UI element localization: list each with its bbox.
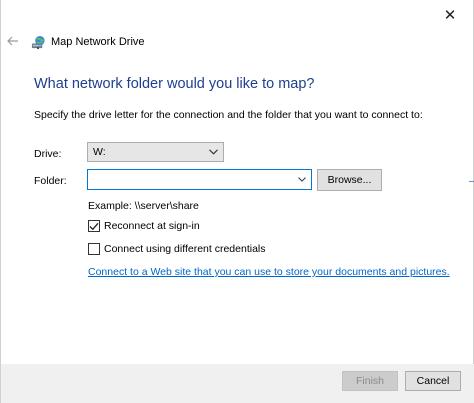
drive-selected-value: W: bbox=[93, 146, 106, 158]
example-path-text: Example: \\server\share bbox=[88, 200, 199, 212]
dialog-title: Map Network Drive bbox=[51, 36, 145, 48]
close-icon: ✕ bbox=[443, 7, 457, 24]
web-storage-link[interactable]: Connect to a Web site that you can use t… bbox=[88, 266, 450, 278]
instruction-text: Specify the drive letter for the connect… bbox=[34, 109, 423, 121]
different-credentials-checkbox[interactable] bbox=[88, 243, 100, 255]
drive-letter-dropdown[interactable]: W: bbox=[87, 142, 224, 162]
map-network-drive-dialog: ✕ Map Network Drive What network folder … bbox=[0, 0, 474, 403]
folder-combobox[interactable] bbox=[87, 169, 312, 190]
drive-label: Drive: bbox=[34, 148, 62, 160]
close-button[interactable]: ✕ bbox=[427, 0, 473, 30]
cancel-button[interactable]: Cancel bbox=[405, 371, 461, 391]
different-credentials-label: Connect using different credentials bbox=[104, 243, 266, 255]
dialog-footer: Finish Cancel bbox=[1, 364, 474, 403]
folder-input[interactable] bbox=[88, 170, 293, 189]
chevron-down-icon bbox=[207, 145, 219, 159]
finish-button[interactable]: Finish bbox=[342, 371, 398, 391]
back-arrow-icon bbox=[7, 36, 18, 46]
different-credentials-option[interactable]: Connect using different credentials bbox=[88, 243, 266, 255]
back-button[interactable] bbox=[4, 31, 22, 51]
folder-label: Folder: bbox=[34, 175, 67, 187]
dialog-header: Map Network Drive bbox=[31, 33, 145, 51]
network-drive-icon bbox=[31, 35, 45, 49]
browse-button[interactable]: Browse... bbox=[317, 169, 382, 191]
reconnect-label: Reconnect at sign-in bbox=[104, 220, 200, 232]
edge-divider bbox=[469, 181, 474, 182]
checkmark-icon bbox=[89, 222, 99, 230]
reconnect-option[interactable]: Reconnect at sign-in bbox=[88, 220, 200, 232]
chevron-down-icon[interactable] bbox=[296, 173, 308, 186]
reconnect-checkbox[interactable] bbox=[88, 220, 100, 232]
page-heading: What network folder would you like to ma… bbox=[34, 76, 315, 92]
